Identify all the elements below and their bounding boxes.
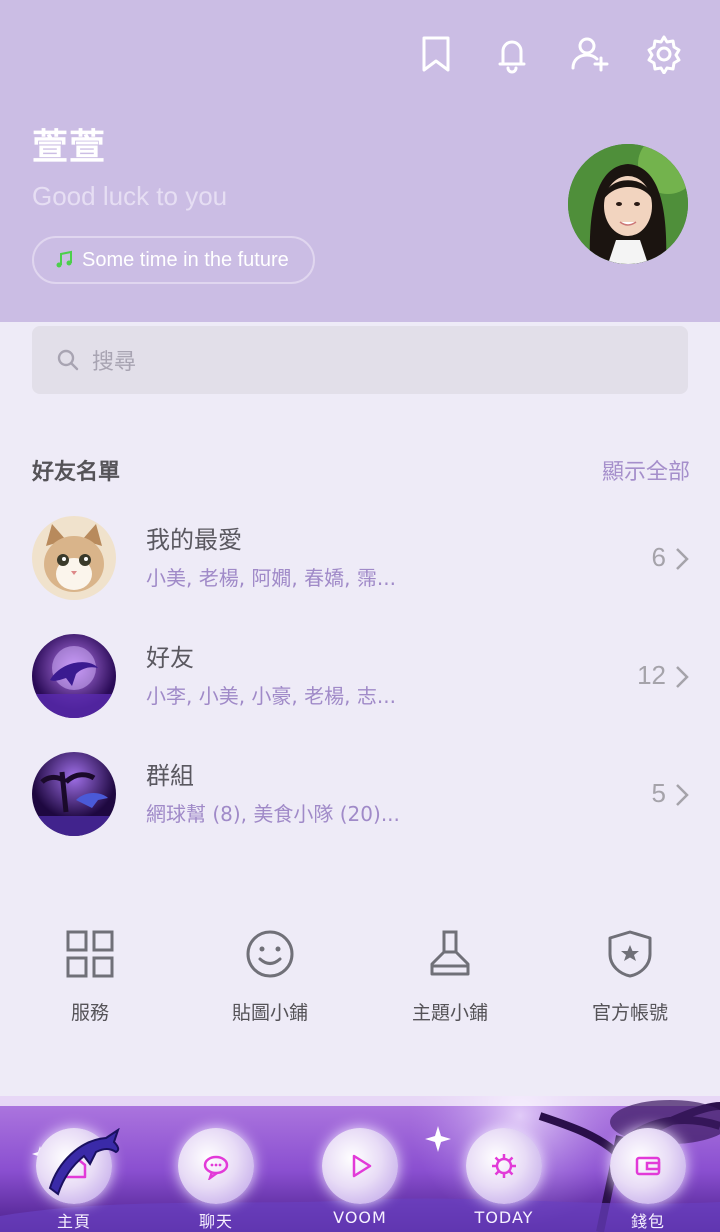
tab-chats[interactable] <box>178 1128 254 1204</box>
tab-today[interactable] <box>466 1128 542 1204</box>
bottom-tab-bar: 主頁 聊天 VOOM TODAY 錢包 <box>0 1096 720 1232</box>
play-icon <box>352 1154 372 1178</box>
groups-thumbnail <box>32 752 116 836</box>
tab-voom[interactable] <box>322 1128 398 1204</box>
search-icon <box>57 349 79 371</box>
service-button-themes[interactable]: 主題小鋪 <box>360 928 540 1025</box>
search-input[interactable]: 搜尋 <box>32 326 688 394</box>
list-item-groups[interactable]: 群組 網球幫 (8), 美食小隊 (20)... 5 <box>0 752 720 862</box>
service-button-stickers[interactable]: 貼圖小鋪 <box>180 928 360 1025</box>
group-title: 群組 <box>146 762 194 790</box>
chevron-right-icon <box>676 784 689 806</box>
profile-name[interactable]: 萱萱 <box>32 118 106 170</box>
dolphin-decoration <box>48 1128 120 1196</box>
gear-icon[interactable] <box>644 34 684 75</box>
tab-label: TODAY <box>474 1208 534 1227</box>
bell-icon[interactable] <box>492 34 532 74</box>
avatar[interactable] <box>568 144 688 264</box>
chevron-right-icon <box>676 548 689 570</box>
service-label: 貼圖小鋪 <box>231 1002 308 1024</box>
grid-icon <box>66 930 114 978</box>
service-button-services[interactable]: 服務 <box>0 928 180 1025</box>
service-label: 官方帳號 <box>591 1002 668 1024</box>
chevron-right-icon <box>676 666 689 688</box>
group-title: 我的最愛 <box>146 526 242 554</box>
tab-label: VOOM <box>333 1208 387 1227</box>
search-placeholder: 搜尋 <box>92 350 137 375</box>
service-button-official-accounts[interactable]: 官方帳號 <box>540 928 720 1025</box>
tab-label: 主頁 <box>56 1212 91 1231</box>
tab-wallet[interactable] <box>610 1128 686 1204</box>
brush-icon <box>430 930 470 976</box>
wallet-icon <box>635 1156 661 1176</box>
music-note-icon <box>56 250 72 268</box>
group-members: 小美, 老楊, 阿嫺, 春嬌, 霈... <box>146 566 396 590</box>
friends-section-title: 好友名單 <box>32 460 121 485</box>
status-message[interactable]: Good luck to you <box>32 181 227 212</box>
group-count: 5 <box>651 778 666 808</box>
service-label: 服務 <box>70 1002 109 1024</box>
group-members: 網球幫 (8), 美食小隊 (20)... <box>146 802 400 826</box>
group-members: 小李, 小美, 小豪, 老楊, 志... <box>146 684 396 708</box>
service-label: 主題小鋪 <box>411 1002 488 1024</box>
show-all-link[interactable]: 顯示全部 <box>602 454 690 486</box>
friends-thumbnail <box>32 634 116 718</box>
music-title: Some time in the future <box>82 248 289 271</box>
shield-star-icon <box>608 930 652 978</box>
profile-music-button[interactable]: Some time in the future <box>32 236 315 284</box>
tab-label: 錢包 <box>630 1212 665 1231</box>
list-item-friends[interactable]: 好友 小李, 小美, 小豪, 老楊, 志... 12 <box>0 634 720 744</box>
today-icon <box>492 1154 516 1178</box>
bookmark-icon[interactable] <box>416 34 456 74</box>
group-title: 好友 <box>146 644 194 672</box>
profile-header: 萱萱 Good luck to you Some time in the fut… <box>0 0 720 322</box>
chat-icon <box>203 1155 229 1180</box>
favorites-thumbnail <box>32 516 116 600</box>
tab-label: 聊天 <box>198 1212 233 1231</box>
group-count: 6 <box>651 542 666 572</box>
add-friend-icon[interactable] <box>570 34 610 74</box>
group-count: 12 <box>637 660 666 690</box>
list-item-favorites[interactable]: 我的最愛 小美, 老楊, 阿嫺, 春嬌, 霈... 6 <box>0 516 720 626</box>
smiley-icon <box>246 930 294 978</box>
